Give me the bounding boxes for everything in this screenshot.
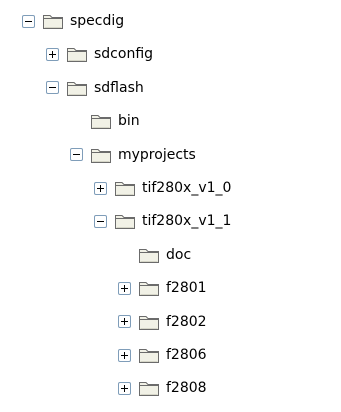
tree-node-label: tif280x_v1_0: [142, 180, 232, 196]
tree-node-label: doc: [166, 246, 192, 263]
folder-icon: [42, 12, 64, 30]
folder-icon: [114, 212, 136, 230]
tree-node-f2801[interactable]: f2801: [118, 275, 207, 301]
tree-node-label: myprojects: [118, 146, 196, 163]
tree-node-label: bin: [118, 113, 140, 130]
expand-plus-icon[interactable]: [118, 348, 131, 362]
folder-icon: [90, 112, 112, 130]
tree-node-label: f2808: [166, 380, 207, 397]
expand-plus-icon[interactable]: [94, 181, 107, 195]
tree-node-myprojects[interactable]: myprojects: [70, 142, 196, 168]
folder-icon: [114, 179, 136, 197]
tree-node-label: tif280x_v1_1: [142, 213, 232, 230]
tree-node-label: f2802: [166, 313, 207, 330]
expand-plus-icon[interactable]: [118, 381, 131, 395]
tree-node-label: sdconfig: [94, 46, 154, 63]
folder-tree: specdig sdconfig sdflash bin myprojects …: [0, 0, 341, 412]
tree-node-f2808[interactable]: f2808: [118, 375, 207, 401]
folder-icon: [66, 79, 88, 97]
collapse-minus-icon[interactable]: [94, 214, 107, 228]
tree-node-label: specdig: [70, 13, 125, 29]
tree-node-label: f2801: [166, 280, 207, 297]
tree-node-bin[interactable]: bin: [70, 108, 140, 134]
tree-node-label: f2806: [166, 347, 207, 363]
tree-node-sdconfig[interactable]: sdconfig: [46, 41, 153, 67]
tree-node-tif280x_v1_1[interactable]: tif280x_v1_1: [94, 208, 231, 234]
folder-icon: [138, 346, 160, 364]
tree-node-specdig[interactable]: specdig: [22, 8, 124, 34]
expand-plus-icon[interactable]: [118, 315, 131, 329]
tree-node-label: sdflash: [94, 79, 144, 96]
expand-plus-icon[interactable]: [118, 281, 131, 295]
tree-node-f2802[interactable]: f2802: [118, 309, 207, 335]
expand-plus-icon[interactable]: [46, 47, 59, 61]
tree-node-tif280x_v1_0[interactable]: tif280x_v1_0: [94, 175, 231, 201]
tree-node-doc[interactable]: doc: [118, 242, 191, 268]
tree-node-sdflash[interactable]: sdflash: [46, 75, 144, 101]
folder-icon: [138, 279, 160, 297]
collapse-minus-icon[interactable]: [70, 148, 83, 162]
tree-node-f2806[interactable]: f2806: [118, 342, 207, 368]
collapse-minus-icon[interactable]: [46, 81, 59, 95]
folder-icon: [138, 246, 160, 264]
folder-icon: [138, 313, 160, 331]
collapse-minus-icon[interactable]: [22, 14, 35, 28]
folder-icon: [66, 45, 88, 63]
folder-icon: [138, 379, 160, 397]
folder-icon: [90, 146, 112, 164]
